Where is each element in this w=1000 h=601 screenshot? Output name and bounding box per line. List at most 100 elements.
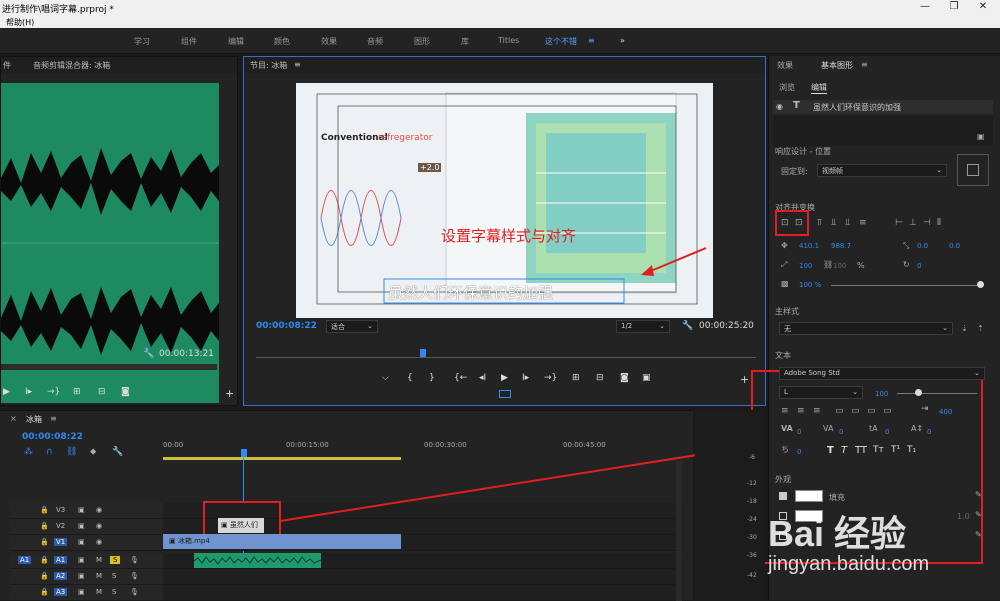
panel-menu-icon[interactable]: ≡: [861, 60, 868, 69]
zoom-dropdown[interactable]: 适合 ⌄: [326, 320, 378, 333]
kerning-value[interactable]: 0: [797, 428, 801, 436]
font-style-dropdown[interactable]: L ⌄: [779, 386, 863, 399]
ws-tab-custom[interactable]: 这个不错: [545, 36, 577, 47]
sync-icon[interactable]: ▣: [78, 522, 85, 530]
lock-icon[interactable]: 🔒: [40, 572, 49, 580]
ws-tab-graphics[interactable]: 图形: [414, 36, 430, 47]
mark-out-icon[interactable]: }: [429, 373, 435, 383]
wrench-icon[interactable]: 🔧: [112, 447, 123, 457]
sync-icon[interactable]: ▣: [78, 538, 85, 546]
rotation-value[interactable]: 0: [917, 262, 921, 270]
sync-icon[interactable]: ▣: [78, 556, 85, 564]
eye-icon[interactable]: ◉: [96, 522, 102, 530]
tab-effects[interactable]: 效果: [777, 60, 793, 71]
snap-icon[interactable]: ⁂: [24, 447, 33, 457]
scale-value[interactable]: 100: [799, 262, 812, 270]
subtab-browse[interactable]: 浏览: [779, 82, 795, 93]
opacity-slider-handle[interactable]: [977, 281, 984, 288]
timeline-scrollbar[interactable]: [676, 461, 682, 601]
magnet-icon[interactable]: ∩: [46, 447, 53, 457]
lock-icon[interactable]: 🔒: [40, 506, 49, 514]
tab-audio-mixer[interactable]: 音频剪辑混合器: 冰箱: [33, 60, 110, 71]
ws-tab-color[interactable]: 颜色: [274, 36, 290, 47]
pin-widget[interactable]: [957, 154, 989, 186]
resolution-dropdown[interactable]: 1/2 ⌄: [616, 320, 670, 333]
overwrite-icon[interactable]: ⊟: [98, 387, 106, 397]
ws-more-icon[interactable]: »: [620, 36, 625, 45]
mute-button[interactable]: M: [96, 572, 102, 580]
link-icon[interactable]: ⛓: [823, 260, 833, 269]
align-top-icon[interactable]: ⫪: [817, 218, 822, 228]
master-style-dropdown[interactable]: 无 ⌄: [779, 322, 953, 335]
lift-icon[interactable]: ⊞: [572, 373, 580, 383]
sync-style-icon[interactable]: ⇡: [977, 324, 984, 333]
sync-icon[interactable]: ▣: [78, 588, 85, 596]
step-forward-icon[interactable]: I▸: [522, 373, 529, 383]
align-vertical-center-icon[interactable]: ⊡: [781, 218, 789, 228]
audio-clip[interactable]: [193, 553, 322, 568]
program-time-ruler[interactable]: [256, 357, 756, 358]
ws-tab-learn[interactable]: 学习: [134, 36, 150, 47]
align-text-right-icon[interactable]: ≡: [813, 406, 821, 416]
distribute-h-icon[interactable]: ⦀: [937, 218, 941, 228]
fill-color-swatch[interactable]: [795, 490, 823, 502]
justify-right-icon[interactable]: ▭: [867, 406, 876, 416]
new-layer-icon[interactable]: ▣: [977, 132, 985, 141]
justify-center-icon[interactable]: ▭: [851, 406, 860, 416]
eye-icon[interactable]: ◉: [776, 102, 783, 111]
font-size-slider-handle[interactable]: [915, 389, 922, 396]
position-x[interactable]: 410.1: [799, 242, 819, 250]
track-header-a2[interactable]: 🔒 A2 ▣ M S 🎙: [10, 569, 162, 585]
mic-icon[interactable]: 🎙: [130, 572, 139, 580]
timeline-timecode[interactable]: 00:00:08:22: [22, 432, 83, 442]
leading-value[interactable]: 0: [885, 428, 889, 436]
program-title[interactable]: 节目: 冰箱: [250, 60, 287, 71]
ws-tab-library[interactable]: 库: [461, 36, 469, 47]
mute-button[interactable]: M: [96, 556, 102, 564]
scale-value-2[interactable]: 100: [833, 262, 846, 270]
ws-tab-assembly[interactable]: 组件: [181, 36, 197, 47]
video-frame[interactable]: Conventional refregerator +2.0 设置字幕样式与对齐…: [296, 83, 713, 318]
mic-icon[interactable]: 🎙: [130, 556, 139, 564]
pin-dropdown[interactable]: 视频帧 ⌄: [817, 164, 947, 177]
anchor-y[interactable]: 0.0: [949, 242, 960, 250]
marker-icon[interactable]: ⬥: [90, 447, 96, 457]
source-patch-a1[interactable]: A1: [18, 556, 32, 564]
video-clip[interactable]: ▣ 冰箱.mp4: [163, 534, 401, 549]
anchor-x[interactable]: 0.0: [917, 242, 928, 250]
maximize-icon[interactable]: ❐: [943, 0, 965, 16]
baseline-value[interactable]: 0: [927, 428, 931, 436]
solo-button[interactable]: S: [112, 588, 116, 596]
ws-tab-effects[interactable]: 效果: [321, 36, 337, 47]
add-button-icon[interactable]: +: [225, 387, 234, 400]
solo-button[interactable]: S: [110, 556, 121, 564]
play-icon[interactable]: ▶: [3, 387, 10, 397]
tab-essential-graphics[interactable]: 基本图形: [821, 60, 853, 71]
eyedropper-icon[interactable]: ✎: [975, 490, 982, 499]
close-icon[interactable]: ×: [10, 414, 17, 423]
distribute-v-icon[interactable]: ≡: [859, 218, 867, 228]
align-left-icon[interactable]: ⊢: [895, 218, 903, 228]
ws-tab-edit[interactable]: 编辑: [228, 36, 244, 47]
lock-icon[interactable]: 🔒: [40, 556, 49, 564]
lock-icon[interactable]: 🔒: [40, 588, 49, 596]
linked-selection-icon[interactable]: ⛓: [66, 447, 77, 457]
sync-icon[interactable]: ▣: [78, 506, 85, 514]
playhead-marker[interactable]: [241, 449, 247, 457]
font-size-slider[interactable]: [897, 393, 977, 394]
justify-left-icon[interactable]: ▭: [835, 406, 844, 416]
italic-icon[interactable]: T: [841, 445, 847, 456]
go-out-icon[interactable]: →}: [47, 387, 60, 397]
ws-tab-audio[interactable]: 音频: [367, 36, 383, 47]
ws-menu-icon[interactable]: ≡: [588, 36, 595, 45]
step-forward-icon[interactable]: I▸: [25, 387, 32, 397]
track-header-a1[interactable]: A1 🔒 A1 ▣ M S 🎙: [10, 553, 162, 569]
mic-icon[interactable]: 🎙: [130, 588, 139, 596]
pin-center-icon[interactable]: [967, 164, 979, 176]
lock-icon[interactable]: 🔒: [40, 522, 49, 530]
playhead-marker[interactable]: [420, 349, 426, 357]
track-lane-a3[interactable]: [163, 585, 683, 601]
layer-row[interactable]: ◉ T 虽然人们环保意识的加强: [773, 100, 993, 114]
solo-button[interactable]: S: [112, 572, 116, 580]
panel-menu-icon[interactable]: ≡: [294, 60, 301, 69]
